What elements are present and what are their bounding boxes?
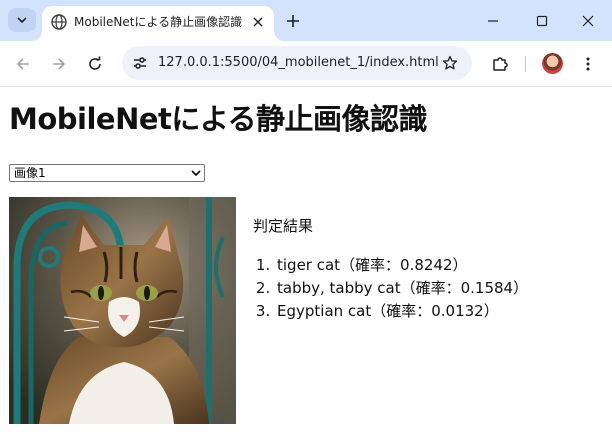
globe-icon — [51, 14, 67, 30]
chevron-down-icon — [191, 168, 201, 178]
close-window-button[interactable] — [576, 9, 600, 33]
result-item: tiger cat（確率：0.8242） — [275, 254, 612, 277]
toolbar-separator — [525, 56, 526, 72]
extensions-button[interactable] — [488, 52, 512, 76]
more-vertical-icon — [586, 57, 590, 71]
result-item: Egyptian cat（確率：0.0132） — [275, 300, 612, 323]
result-heading: 判定結果 — [253, 217, 314, 235]
chevron-down-icon — [17, 17, 27, 24]
back-button[interactable] — [11, 52, 35, 76]
tab-strip: MobileNetによる静止画像認識 — [0, 0, 612, 41]
tab-search-button[interactable] — [8, 8, 36, 32]
profile-avatar[interactable] — [542, 53, 563, 74]
tab-title: MobileNetによる静止画像認識 — [74, 15, 243, 29]
address-bar[interactable]: 127.0.0.1:5500/04_mobilenet_1/index.html — [122, 46, 472, 80]
url-text: 127.0.0.1:5500/04_mobilenet_1/index.html — [158, 55, 439, 70]
site-info-icon — [134, 57, 146, 69]
reload-icon — [89, 56, 101, 70]
maximize-button[interactable] — [530, 9, 554, 33]
result-item: tabby, tabby cat（確率：0.1584） — [275, 277, 612, 300]
page-content: MobileNetによる静止画像認識 画像1 判定結果 1. tiger cat… — [0, 87, 612, 441]
browser-tab[interactable]: MobileNetによる静止画像認識 — [42, 6, 274, 41]
plus-icon — [287, 15, 299, 27]
star-icon — [442, 55, 458, 70]
image-select[interactable]: 画像1 — [9, 164, 205, 182]
puzzle-icon — [493, 57, 508, 71]
input-image — [9, 197, 236, 424]
menu-button[interactable] — [576, 52, 600, 76]
minimize-button[interactable] — [481, 9, 505, 33]
page-title: MobileNetによる静止画像認識 — [9, 102, 428, 136]
close-icon — [582, 15, 594, 27]
maximize-icon — [536, 15, 548, 27]
reload-button[interactable] — [83, 52, 107, 76]
tab-close-button[interactable] — [250, 14, 266, 30]
arrow-left-icon — [16, 58, 29, 70]
new-tab-button[interactable] — [283, 11, 303, 31]
minimize-icon — [488, 20, 498, 22]
bookmark-button[interactable] — [440, 53, 460, 73]
browser-toolbar: 127.0.0.1:5500/04_mobilenet_1/index.html — [0, 41, 612, 87]
close-icon — [253, 17, 263, 27]
image-select-value: 画像1 — [14, 166, 46, 180]
result-list: tiger cat（確率：0.8242） tabby, tabby cat（確率… — [253, 254, 612, 323]
site-info-button[interactable] — [130, 53, 150, 73]
arrow-right-icon — [53, 58, 66, 70]
forward-button[interactable] — [47, 52, 71, 76]
